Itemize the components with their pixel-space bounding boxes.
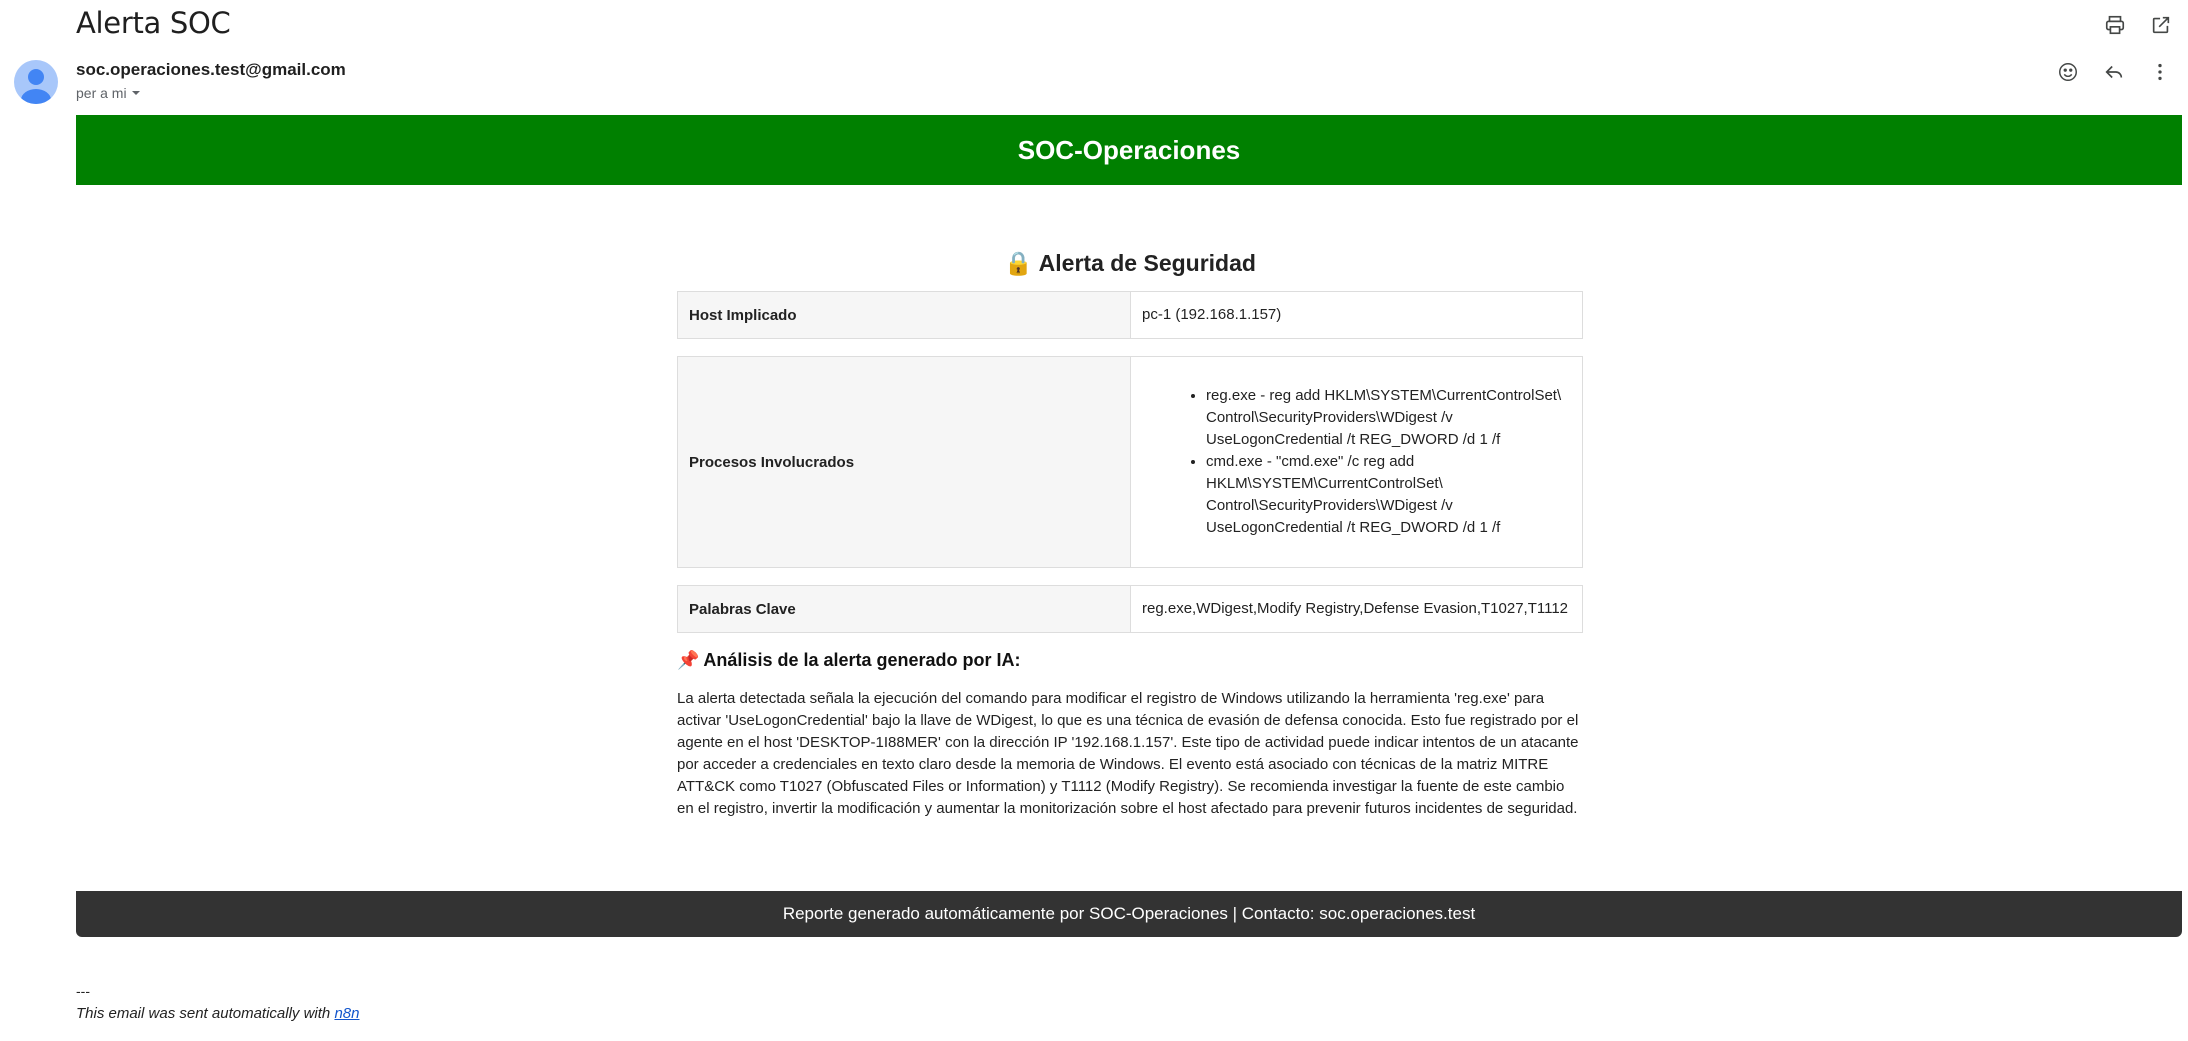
chevron-down-icon xyxy=(131,85,141,101)
more-vert-icon[interactable] xyxy=(2144,56,2176,88)
alert-title: 🔒 Alerta de Seguridad xyxy=(677,250,1583,277)
message-actions xyxy=(2052,56,2176,88)
emoji-icon[interactable] xyxy=(2052,56,2084,88)
email-subject: Alerta SOC xyxy=(76,6,231,40)
lock-icon: 🔒 xyxy=(1004,250,1033,276)
recipient-dropdown[interactable]: per a mi xyxy=(76,85,141,101)
keywords-table: Palabras Clave reg.exe,WDigest,Modify Re… xyxy=(677,585,1583,633)
n8n-link[interactable]: n8n xyxy=(334,1005,359,1022)
signature-separator: --- xyxy=(76,983,90,999)
processes-value: reg.exe - reg add HKLM\SYSTEM\CurrentCon… xyxy=(1130,356,1583,568)
open-in-new-window-icon[interactable] xyxy=(2146,10,2176,40)
host-value: pc-1 (192.168.1.157) xyxy=(1130,291,1583,339)
alert-content: 🔒 Alerta de Seguridad Host Implicado pc-… xyxy=(677,250,1583,820)
recipient-label: per a mi xyxy=(76,85,127,101)
report-footer: Reporte generado automáticamente por SOC… xyxy=(76,891,2182,937)
processes-label: Procesos Involucrados xyxy=(677,356,1131,568)
processes-table: Procesos Involucrados reg.exe - reg add … xyxy=(677,356,1583,568)
keywords-label: Palabras Clave xyxy=(677,585,1131,633)
pin-icon: 📌 xyxy=(677,650,700,670)
table-row: Procesos Involucrados reg.exe - reg add … xyxy=(677,356,1583,568)
top-toolbar xyxy=(2100,10,2176,40)
analysis-text: La alerta detectada señala la ejecución … xyxy=(677,690,1579,817)
host-table: Host Implicado pc-1 (192.168.1.157) xyxy=(677,291,1583,339)
sender-email[interactable]: soc.operaciones.test@gmail.com xyxy=(76,60,346,80)
analysis-title: 📌 Análisis de la alerta generado por IA: xyxy=(677,650,1583,671)
soc-banner: SOC-Operaciones xyxy=(76,115,2182,185)
signature-text: This email was sent automatically with xyxy=(76,1005,335,1022)
reply-icon[interactable] xyxy=(2098,56,2130,88)
table-row: Host Implicado pc-1 (192.168.1.157) xyxy=(677,291,1583,339)
processes-list: reg.exe - reg add HKLM\SYSTEM\CurrentCon… xyxy=(1142,385,1571,539)
alert-title-text: Alerta de Seguridad xyxy=(1038,250,1256,276)
host-label: Host Implicado xyxy=(677,291,1131,339)
signature: This email was sent automatically with n… xyxy=(76,1005,359,1022)
list-item: reg.exe - reg add HKLM\SYSTEM\CurrentCon… xyxy=(1206,385,1571,451)
keywords-value: reg.exe,WDigest,Modify Registry,Defense … xyxy=(1130,585,1583,633)
avatar[interactable] xyxy=(14,60,58,104)
list-item: cmd.exe - "cmd.exe" /c reg add HKLM\SYST… xyxy=(1206,451,1571,539)
print-icon[interactable] xyxy=(2100,10,2130,40)
table-row: Palabras Clave reg.exe,WDigest,Modify Re… xyxy=(677,585,1583,633)
analysis-title-text: Análisis de la alerta generado por IA: xyxy=(703,650,1021,670)
